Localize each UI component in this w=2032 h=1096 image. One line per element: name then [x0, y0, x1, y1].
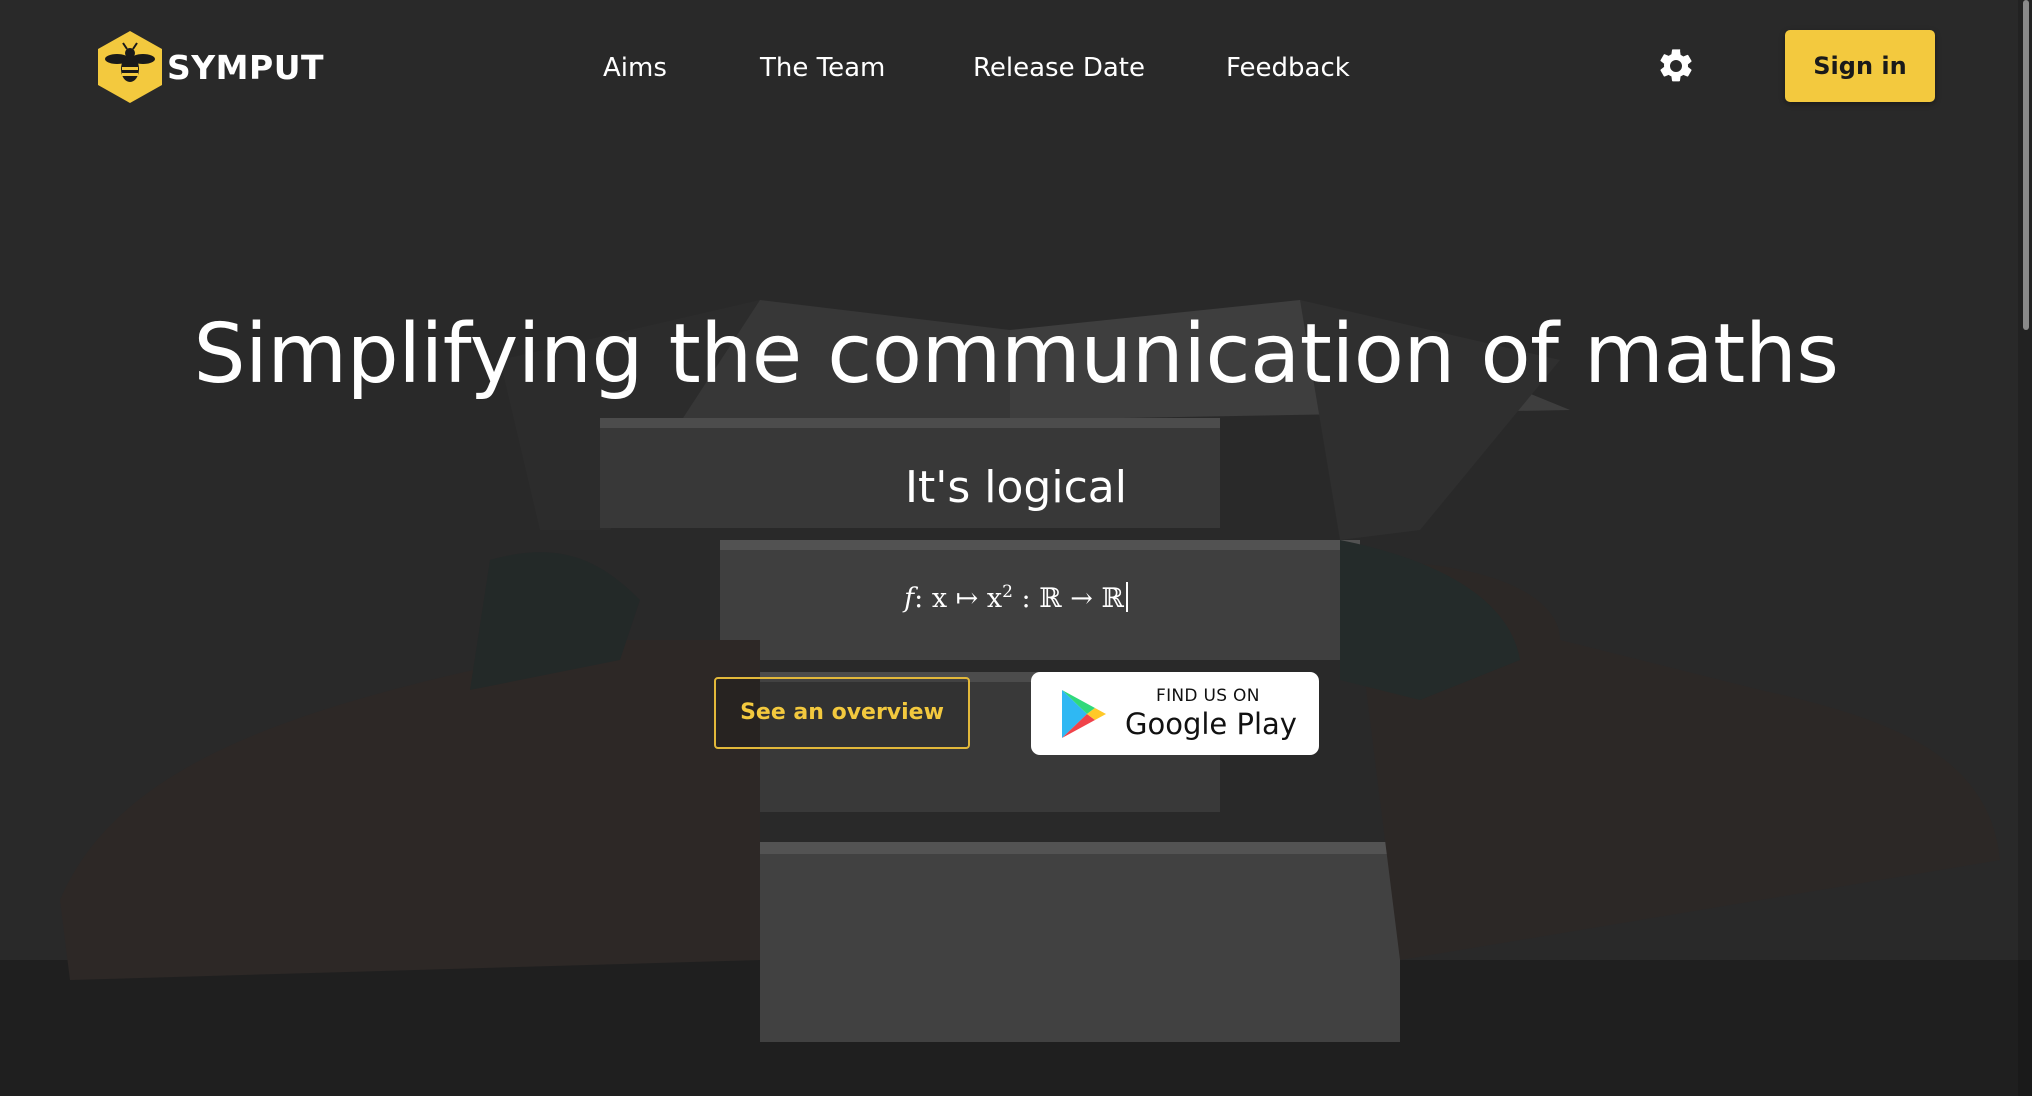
- settings-button[interactable]: [1656, 46, 1696, 86]
- nav-item-feedback[interactable]: Feedback: [1226, 44, 1350, 92]
- sign-in-button[interactable]: Sign in: [1785, 30, 1935, 102]
- google-play-badge[interactable]: FIND US ON Google Play: [1031, 672, 1319, 755]
- text-cursor: [1125, 582, 1128, 612]
- store-name: Google Play: [1125, 707, 1297, 741]
- formula-mapping: : x ↦ x: [914, 583, 1003, 614]
- background-overlay: [0, 0, 2032, 1096]
- formula-domain: : ℝ → ℝ: [1012, 583, 1124, 614]
- math-formula-input[interactable]: f: x ↦ x2 : ℝ → ℝ: [0, 572, 2032, 619]
- store-caption: FIND US ON: [1156, 686, 1260, 706]
- scrollbar-thumb[interactable]: [2023, 0, 2029, 330]
- formula-function-name: f: [904, 583, 915, 614]
- nav-item-aims[interactable]: Aims: [603, 44, 667, 92]
- nav-item-release-date[interactable]: Release Date: [973, 44, 1145, 92]
- formula-exponent: 2: [1002, 582, 1013, 602]
- brand-name: SYMPUT: [167, 47, 324, 87]
- hero-subtitle: It's logical: [905, 462, 1127, 513]
- hero-title: Simplifying the communication of maths: [193, 307, 1839, 402]
- brand-logo[interactable]: SYMPUT: [96, 28, 324, 106]
- google-play-icon: [1062, 690, 1106, 738]
- landing-page: SYMPUT Aims The Team Release Date Feedba…: [0, 0, 2032, 1096]
- page-scrollbar[interactable]: [2018, 0, 2032, 1096]
- top-navbar: SYMPUT Aims The Team Release Date Feedba…: [0, 0, 2032, 134]
- see-overview-button[interactable]: See an overview: [714, 677, 970, 749]
- nav-item-the-team[interactable]: The Team: [760, 44, 885, 92]
- gear-icon: [1660, 49, 1692, 82]
- bee-hexagon-icon: [98, 31, 162, 103]
